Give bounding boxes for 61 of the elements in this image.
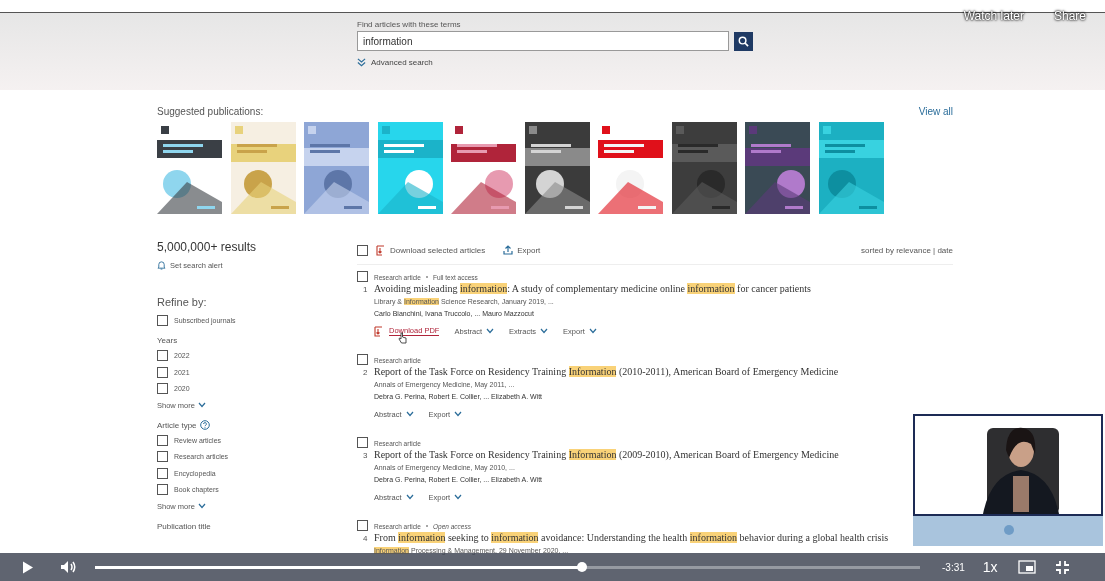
help-icon[interactable] — [199, 420, 210, 430]
result-number: 4 — [363, 534, 369, 543]
time-remaining: -3:31 — [942, 561, 965, 573]
checkbox[interactable] — [157, 451, 168, 463]
progress-thumb[interactable] — [576, 561, 587, 572]
export-button[interactable]: Export — [503, 245, 541, 255]
article-title[interactable]: Avoiding misleading information: A study of complementary medicine online information for cancer patients — [374, 283, 811, 294]
hand-cursor-icon — [398, 331, 407, 344]
bell-icon — [157, 260, 166, 270]
chevron-down-icon — [197, 503, 206, 509]
advanced-search-link[interactable]: Advanced search — [357, 58, 1105, 67]
checkbox[interactable] — [157, 434, 168, 446]
checkbox[interactable] — [157, 366, 168, 378]
chevron-down-icon — [485, 328, 494, 334]
filter-heading: Article type — [157, 420, 197, 430]
pdf-icon — [376, 244, 386, 256]
checkbox[interactable] — [357, 244, 368, 256]
checkbox[interactable] — [157, 314, 168, 326]
upload-icon — [503, 245, 514, 255]
download-selected-button[interactable]: Download selected articles — [376, 244, 486, 256]
volume-icon[interactable] — [60, 560, 77, 574]
playback-speed-button[interactable]: 1x — [982, 559, 998, 575]
checkbox[interactable] — [357, 271, 368, 282]
result-number: 1 — [363, 285, 369, 294]
filter-heading: Years — [157, 336, 178, 345]
chevron-down-icon — [197, 402, 206, 408]
chevron-down-icon — [588, 328, 597, 334]
checkbox[interactable] — [357, 520, 368, 531]
checkbox[interactable] — [157, 484, 168, 496]
chevron-down-icon — [540, 328, 549, 334]
search-button[interactable] — [734, 31, 753, 51]
result-number: 2 — [363, 368, 369, 377]
watch-later-button[interactable]: Watch later — [963, 9, 1024, 23]
checkbox[interactable] — [157, 383, 168, 395]
sort-options[interactable]: sorted by relevance | date — [861, 245, 953, 255]
checkbox[interactable] — [157, 467, 168, 479]
pdf-icon — [374, 325, 384, 337]
result-number: 3 — [363, 451, 369, 460]
double-chevron-icon — [357, 58, 366, 67]
play-icon[interactable] — [22, 560, 34, 574]
picture-in-picture-icon[interactable] — [1017, 560, 1036, 574]
view-all-link[interactable]: View all — [918, 105, 953, 117]
results-count: 5,000,000+ results — [157, 240, 258, 256]
article-title[interactable]: Report of the Task Force on Residency Training Information (2009-2010), American Board of Emergency Medicine — [374, 449, 839, 460]
checkbox[interactable] — [357, 437, 368, 448]
checkbox[interactable] — [157, 350, 168, 362]
chevron-down-icon — [405, 494, 414, 500]
article-title[interactable]: From information seeking to information avoidance: Understanding the health information behavior during a global health crisis — [374, 532, 889, 543]
filter-heading: Publication title — [157, 521, 211, 531]
refine-heading: Refine by: — [157, 296, 208, 308]
exit-fullscreen-icon[interactable] — [1055, 560, 1069, 574]
search-label: Find articles with these terms — [357, 20, 462, 31]
chevron-down-icon — [454, 494, 463, 500]
share-button[interactable]: Share — [1053, 9, 1086, 23]
section-heading: Suggested publications: — [157, 105, 264, 117]
article-title[interactable]: Report of the Task Force on Residency Training Information (2010-2011), American Board of Emergency Medicine — [374, 366, 839, 377]
checkbox[interactable] — [357, 354, 368, 365]
search-field[interactable]: information — [357, 31, 729, 51]
chevron-down-icon — [454, 411, 463, 417]
search-icon — [738, 35, 749, 47]
chevron-down-icon — [405, 411, 414, 417]
